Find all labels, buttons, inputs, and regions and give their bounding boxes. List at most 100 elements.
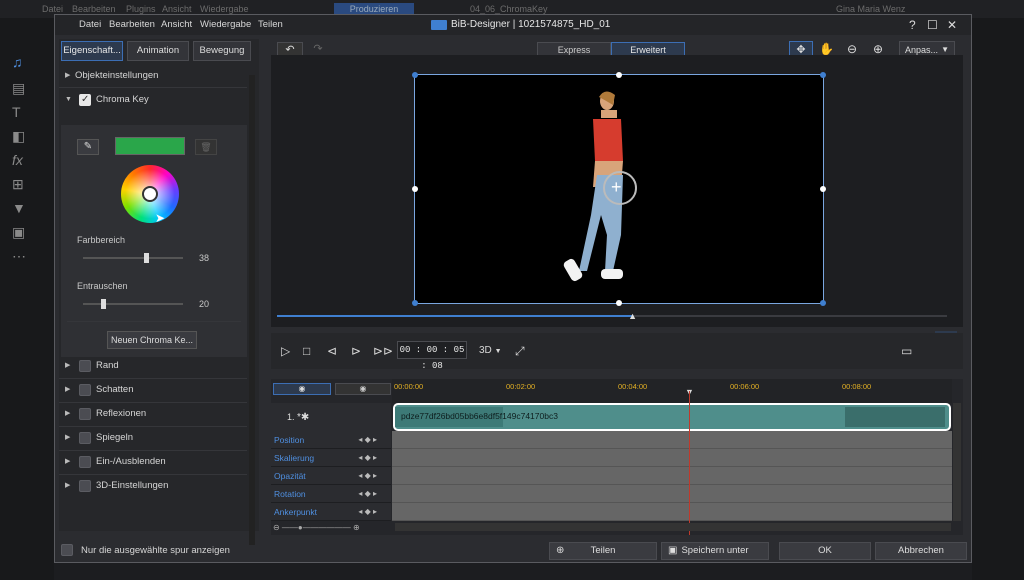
resize-handle[interactable] [412, 300, 418, 306]
title-icon[interactable]: T [12, 104, 21, 120]
resize-handle[interactable] [820, 300, 826, 306]
media-icon[interactable]: ♫ [12, 54, 23, 70]
add-keyframe-icon[interactable]: ◂ ◆ ▸ [358, 467, 377, 485]
menu-wiedergabe[interactable]: Wiedergabe [200, 19, 251, 30]
color-wheel-handle[interactable] [142, 186, 158, 202]
resize-handle[interactable] [412, 186, 418, 192]
menu-bearbeiten[interactable]: Bearbeiten [109, 19, 155, 30]
center-crosshair-icon[interactable]: + [611, 177, 622, 198]
preview-canvas[interactable]: + [412, 72, 826, 306]
timeline-horizontal-scrollbar[interactable] [395, 523, 951, 531]
pip-icon[interactable]: ⊞ [12, 176, 24, 193]
section-ein-ausblenden[interactable]: ▶ Ein-/Ausblenden [59, 451, 247, 473]
zoom-out-icon[interactable]: ⊖ [847, 42, 857, 56]
section-rand[interactable]: ▶ Rand [59, 355, 247, 377]
add-keyframe-icon[interactable]: ◂ ◆ ▸ [358, 503, 377, 521]
share-button[interactable]: ⊕ Teilen [549, 542, 657, 560]
next-frame-icon[interactable]: ⊳ [351, 344, 361, 358]
keyframe-track[interactable] [392, 467, 952, 485]
ein-ausblenden-checkbox[interactable] [79, 456, 91, 468]
previous-frame-icon[interactable]: ⊲ [327, 344, 337, 358]
tab-bewegung[interactable]: Bewegung [193, 41, 251, 61]
ok-button[interactable]: OK [779, 542, 871, 560]
keyframe-row-scale[interactable]: Skalierung ◂ ◆ ▸ [271, 449, 391, 467]
cancel-button[interactable]: Abbrechen [875, 542, 967, 560]
section-objekteinstellungen[interactable]: ▶ Objekteinstellungen [59, 65, 247, 87]
only-selected-checkbox[interactable] [61, 544, 73, 556]
add-keyframe-icon[interactable]: ◂ ◆ ▸ [358, 485, 377, 503]
menu-datei[interactable]: Datei [79, 19, 101, 30]
fx-icon[interactable]: fx [12, 152, 23, 168]
bg-menu-plugins[interactable]: Plugins [126, 4, 156, 14]
subtitle-icon[interactable]: ▣ [12, 224, 25, 241]
menu-teilen[interactable]: Teilen [258, 19, 283, 30]
tab-eigenschaften[interactable]: Eigenschaft... [61, 41, 123, 61]
chroma-key-checkbox[interactable]: ✓ [79, 94, 91, 106]
timeline-vertical-scrollbar[interactable] [953, 403, 961, 521]
keyframe-track[interactable] [392, 449, 952, 467]
new-chroma-key-button[interactable]: Neuen Chroma Ke... [107, 331, 197, 349]
key-color-swatch[interactable] [115, 137, 185, 155]
tab-animation[interactable]: Animation [127, 41, 189, 61]
reflexionen-checkbox[interactable] [79, 408, 91, 420]
keyframe-track[interactable] [392, 485, 952, 503]
section-spiegeln[interactable]: ▶ Spiegeln [59, 427, 247, 449]
stop-icon[interactable]: □ [303, 344, 310, 358]
entrauschen-slider-thumb[interactable] [101, 299, 106, 309]
section-reflexionen[interactable]: ▶ Reflexionen [59, 403, 247, 425]
color-wheel[interactable] [121, 165, 179, 223]
trash-icon[interactable]: 🗑 [195, 139, 217, 155]
fullscreen-icon[interactable]: ⤢ [515, 344, 525, 359]
bg-menu-ansicht[interactable]: Ansicht [162, 4, 192, 14]
keyframe-row-position[interactable]: Position ◂ ◆ ▸ [271, 431, 391, 449]
add-keyframe-icon[interactable]: ◂ ◆ ▸ [358, 431, 377, 449]
resize-handle[interactable] [412, 72, 418, 78]
rand-checkbox[interactable] [79, 360, 91, 372]
hand-tool-icon[interactable]: ✋ [819, 42, 834, 56]
resize-handle[interactable] [616, 72, 622, 78]
save-as-button[interactable]: ▣ Speichern unter [661, 542, 769, 560]
add-keyframe-icon[interactable]: ◂ ◆ ▸ [358, 449, 377, 467]
timeline-zoom-slider[interactable]: ⊖ ——●—————— ⊕ [273, 523, 389, 533]
properties-scrollbar[interactable] [249, 75, 255, 545]
farbbereich-slider-thumb[interactable] [144, 253, 149, 263]
bg-menu-wiedergabe[interactable]: Wiedergabe [200, 4, 249, 14]
help-button[interactable]: ? [909, 18, 916, 32]
keyframe-view-toggle[interactable]: ◉ [335, 383, 391, 395]
menu-ansicht[interactable]: Ansicht [161, 19, 192, 30]
film-icon[interactable]: ▤ [12, 80, 25, 97]
schatten-checkbox[interactable] [79, 384, 91, 396]
transition-icon[interactable]: ◧ [12, 128, 25, 145]
resize-handle[interactable] [820, 72, 826, 78]
farbbereich-slider[interactable] [83, 253, 183, 263]
section-schatten[interactable]: ▶ Schatten [59, 379, 247, 401]
keyframe-track[interactable] [392, 503, 952, 521]
eyedropper-icon[interactable]: ✎ [77, 139, 99, 155]
section-chroma-key[interactable]: ▼ ✓ Chroma Key [59, 89, 247, 111]
fast-forward-icon[interactable]: ⊳⊳ [373, 344, 393, 358]
keyframe-row-anchor[interactable]: Ankerpunkt ◂ ◆ ▸ [271, 503, 391, 521]
particle-icon[interactable]: ▼ [12, 200, 26, 216]
3d-mode-dropdown[interactable]: 3D ▼ [479, 345, 502, 356]
bg-menu-datei[interactable]: Datei [42, 4, 63, 14]
keyframe-row-opacity[interactable]: Opazität ◂ ◆ ▸ [271, 467, 391, 485]
entrauschen-slider[interactable] [83, 299, 183, 309]
spiegeln-checkbox[interactable] [79, 432, 91, 444]
keyframe-row-rotation[interactable]: Rotation ◂ ◆ ▸ [271, 485, 391, 503]
keyframe-track[interactable] [392, 431, 952, 449]
playback-progress-thumb[interactable]: ▲ [628, 311, 637, 321]
play-icon[interactable]: ▷ [281, 344, 290, 358]
resize-handle[interactable] [820, 186, 826, 192]
3d-checkbox[interactable] [79, 480, 91, 492]
resize-handle[interactable] [616, 300, 622, 306]
close-button[interactable]: ✕ [947, 18, 957, 32]
timecode-display[interactable]: 00 : 00 : 05 : 08 [397, 341, 467, 371]
timeline-view-toggle[interactable]: ◉ [273, 383, 331, 395]
section-3d-einstellungen[interactable]: ▶ 3D-Einstellungen [59, 475, 247, 497]
video-clip[interactable]: pdze77df26bd05bb6e8df5f149c74170bc3 [393, 403, 951, 431]
monitor-icon[interactable]: ▭ [901, 344, 912, 358]
bg-menu-bearbeiten[interactable]: Bearbeiten [72, 4, 116, 14]
more-icon[interactable]: ⋯ [12, 248, 26, 265]
maximize-button[interactable]: ☐ [927, 18, 938, 32]
zoom-in-icon[interactable]: ⊕ [873, 42, 883, 56]
